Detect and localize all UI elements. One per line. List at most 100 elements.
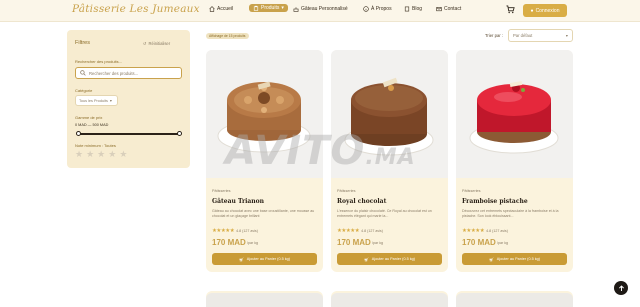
star-icon[interactable]: ★	[75, 150, 83, 159]
product-name[interactable]: Framboise pistache	[462, 198, 528, 205]
rating-text: 4.8 (127 avis)	[236, 229, 258, 233]
product-card[interactable]: Pâtisseries Gâteau Trianon Gâteau au cho…	[206, 50, 323, 272]
product-rating: ★★★★★ 4.8 (127 avis)	[337, 228, 383, 234]
product-image[interactable]	[206, 50, 323, 178]
product-image[interactable]	[331, 50, 448, 178]
chevron-down-icon: ▾	[565, 33, 568, 38]
product-unit: /par kg	[247, 241, 258, 245]
product-card[interactable]: Pâtisseries Royal chocolat L'essence du …	[331, 50, 448, 272]
home-icon	[209, 6, 215, 12]
price-range-value: 0 MAD — 500 MAD	[75, 123, 109, 127]
product-price: 170 MAD	[337, 238, 371, 247]
product-card-partial[interactable]	[456, 291, 573, 307]
category-select[interactable]: Tous les Produits ▾	[75, 95, 118, 106]
sort-label: Trier par :	[485, 33, 503, 38]
nav-custom-cake[interactable]: Gâteau Personnalisé	[293, 6, 348, 12]
search-icon	[80, 70, 86, 76]
add-to-cart-button[interactable]: 🛒︎ Ajouter au Panier (0.5 kg)	[212, 253, 317, 265]
nav-home-label: Accueil	[217, 6, 234, 12]
cart-icon[interactable]	[506, 5, 515, 14]
product-description: Découvrez cet entremets spectaculaire à …	[462, 209, 559, 218]
book-icon	[404, 6, 410, 12]
product-category: Pâtisseries	[212, 189, 231, 193]
royal-chocolate-cake-image	[331, 50, 448, 178]
nav-contact[interactable]: Contact	[436, 6, 461, 12]
reset-icon: ↺	[143, 41, 147, 46]
site-header: Pâtisserie Les Jumeaux Accueil Produits …	[0, 0, 640, 22]
cake-icon	[293, 7, 299, 12]
rating-text: 4.8 (127 avis)	[361, 229, 383, 233]
product-price: 170 MAD	[212, 238, 246, 247]
product-price: 170 MAD	[462, 238, 496, 247]
trianon-cake-image	[206, 50, 323, 178]
product-rating: ★★★★★ 4.8 (127 avis)	[462, 228, 508, 234]
reset-filters-link[interactable]: ↺ Réinitialiser	[143, 41, 170, 46]
product-unit: /par kg	[372, 241, 383, 245]
product-name[interactable]: Gâteau Trianon	[212, 198, 264, 205]
brand-logo[interactable]: Pâtisserie Les Jumeaux	[72, 3, 200, 15]
nav-products[interactable]: Produits ▾	[249, 4, 288, 12]
nav-home[interactable]: Accueil	[209, 6, 233, 12]
rating-label: Note minimum : Toutes	[75, 143, 116, 148]
rating-stars-icon: ★★★★★	[212, 228, 235, 234]
filter-title: Filtres	[75, 40, 90, 46]
nav-contact-label: Contact	[444, 6, 462, 12]
category-selected: Tous les Produits	[79, 98, 108, 103]
product-name[interactable]: Royal chocolat	[337, 198, 386, 205]
price-slider[interactable]	[75, 131, 182, 136]
product-card[interactable]: Pâtisseries Framboise pistache Découvrez…	[456, 50, 573, 272]
product-card-partial[interactable]	[206, 291, 323, 307]
sort-select[interactable]: Par défaut ▾	[508, 29, 573, 42]
search-label: Rechercher des produits...	[75, 59, 122, 64]
cart-icon: 🛒︎	[488, 257, 494, 262]
nav-blog[interactable]: Blog	[404, 6, 422, 12]
cart-icon: 🛒︎	[238, 257, 244, 262]
chevron-down-icon: ▾	[109, 99, 112, 103]
nav-products-pill: Produits ▾	[249, 4, 288, 12]
nav-about-label: À Propos	[371, 6, 392, 12]
rating-text: 4.8 (127 avis)	[486, 229, 508, 233]
chevron-down-icon: ▾	[281, 5, 284, 11]
info-icon	[363, 6, 369, 12]
mail-icon	[436, 7, 442, 12]
nav-products-label: Produits	[261, 5, 280, 11]
price-slider-max-handle[interactable]	[176, 131, 182, 136]
product-image[interactable]	[206, 293, 323, 307]
price-label: Gamme de prix	[75, 115, 103, 120]
results-count-badge: Affichage de 15 produits	[206, 33, 249, 39]
nav-blog-label: Blog	[412, 6, 423, 12]
star-icon[interactable]: ★	[119, 150, 127, 159]
connect-button-label: Connexion	[535, 7, 560, 14]
rating-filter[interactable]: ★ ★ ★ ★ ★	[75, 150, 127, 159]
product-rating: ★★★★★ 4.8 (127 avis)	[212, 228, 258, 234]
connect-button[interactable]: ● Connexion	[523, 4, 567, 17]
nav-custom-cake-label: Gâteau Personnalisé	[301, 6, 348, 12]
product-unit: /par kg	[497, 241, 508, 245]
scroll-to-top-button[interactable]	[614, 281, 628, 295]
product-image[interactable]	[456, 50, 573, 178]
rating-stars-icon: ★★★★★	[337, 228, 360, 234]
add-to-cart-label: Ajouter au Panier (0.5 kg)	[496, 257, 541, 261]
product-category: Pâtisseries	[337, 189, 356, 193]
add-to-cart-label: Ajouter au Panier (0.5 kg)	[371, 257, 416, 261]
product-card-partial[interactable]	[331, 291, 448, 307]
star-icon[interactable]: ★	[108, 150, 116, 159]
sort-selected: Par défaut	[513, 33, 533, 38]
reset-filters-label: Réinitialiser	[148, 41, 171, 46]
add-to-cart-label: Ajouter au Panier (0.5 kg)	[246, 257, 291, 261]
raspberry-pistachio-cake-image	[456, 50, 573, 178]
product-search-input[interactable]: Rechercher des produits...	[75, 67, 182, 79]
cart-icon: 🛒︎	[363, 257, 369, 262]
star-icon[interactable]: ★	[97, 150, 105, 159]
star-icon[interactable]: ★	[86, 150, 94, 159]
add-to-cart-button[interactable]: 🛒︎ Ajouter au Panier (0.5 kg)	[337, 253, 442, 265]
price-slider-min-handle[interactable]	[75, 131, 81, 136]
product-description: Gâteau au chocolat avec une base crousti…	[212, 209, 315, 218]
nav-about[interactable]: À Propos	[363, 6, 392, 12]
product-category: Pâtisseries	[462, 189, 481, 193]
add-to-cart-button[interactable]: 🛒︎ Ajouter au Panier (0.5 kg)	[462, 253, 567, 265]
rating-stars-icon: ★★★★★	[462, 228, 485, 234]
product-image[interactable]	[331, 293, 448, 307]
product-image[interactable]	[456, 293, 573, 307]
category-label: Catégorie	[75, 88, 93, 93]
